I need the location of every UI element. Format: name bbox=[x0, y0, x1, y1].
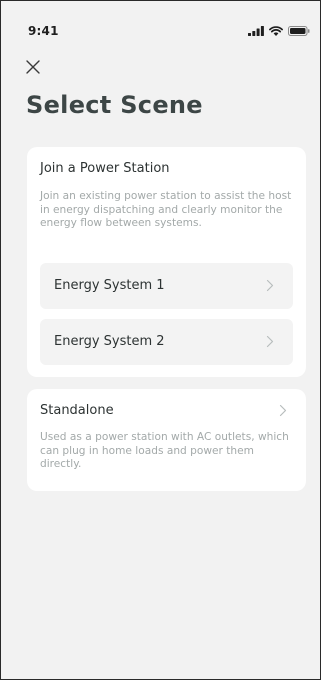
chevron-right-icon bbox=[279, 404, 287, 417]
battery-icon bbox=[288, 26, 310, 36]
chevron-right-icon bbox=[266, 279, 274, 292]
standalone-title: Standalone bbox=[40, 403, 114, 418]
power-station-description: Join an existing power station to assist… bbox=[40, 190, 292, 229]
close-icon[interactable] bbox=[25, 59, 41, 75]
status-icons bbox=[248, 26, 310, 36]
page-title: Select Scene bbox=[26, 91, 203, 119]
standalone-description: Used as a power station with AC outlets,… bbox=[40, 431, 289, 470]
energy-system-1-option[interactable]: Energy System 1 bbox=[40, 263, 293, 309]
energy-system-2-option[interactable]: Energy System 2 bbox=[40, 319, 293, 365]
wifi-icon bbox=[269, 26, 283, 36]
standalone-card[interactable]: Standalone Used as a power station with … bbox=[27, 389, 306, 491]
power-station-card: Join a Power Station Join an existing po… bbox=[27, 147, 306, 377]
status-time: 9:41 bbox=[28, 24, 59, 38]
energy-system-label: Energy System 1 bbox=[54, 278, 165, 293]
status-bar: 9:41 bbox=[1, 1, 320, 45]
energy-system-label: Energy System 2 bbox=[54, 334, 165, 349]
cellular-signal-icon bbox=[248, 26, 264, 36]
screen: 9:41 Select Scene Join a Power Station J… bbox=[0, 0, 321, 680]
chevron-right-icon bbox=[266, 335, 274, 348]
power-station-title: Join a Power Station bbox=[40, 161, 170, 176]
